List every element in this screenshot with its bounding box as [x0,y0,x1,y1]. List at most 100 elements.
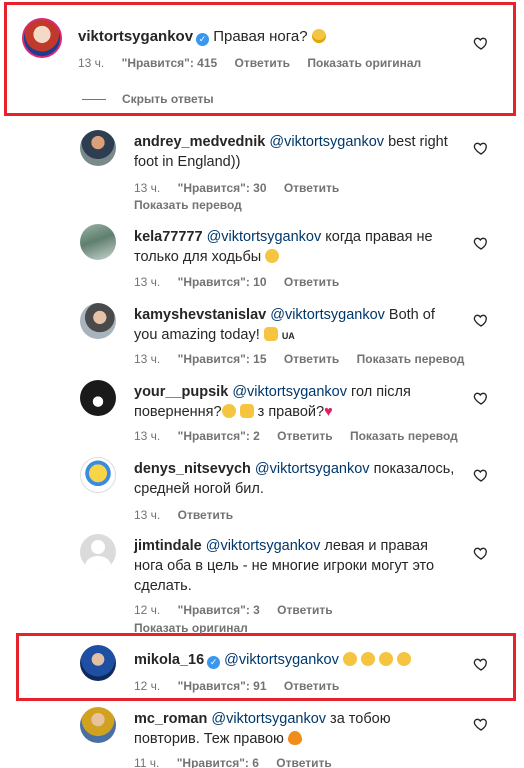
comment-username[interactable]: andrey_medvednik [134,134,265,150]
comment-time: 13 ч. [134,429,161,443]
comment-text: Правая нога? [213,28,308,45]
avatar[interactable] [80,645,116,681]
mention-link[interactable]: @viktortsygankov [269,134,384,150]
reply-button[interactable]: Ответить [284,181,339,195]
victory-hand-emoji-icon [239,404,254,418]
comment-time: 12 ч. [134,679,161,693]
comment-text: только для ходьбы [134,249,262,265]
comment-time: 12 ч. [134,603,161,617]
default-avatar-body [85,556,111,570]
comment-likes[interactable]: "Нравится": 15 [178,352,267,366]
avatar[interactable] [80,380,116,416]
comment-text: best right [384,134,448,150]
avatar[interactable] [80,224,116,260]
avatar[interactable] [22,18,62,58]
hide-replies-label: Скрыть ответы [122,92,214,106]
laughing-emoji-icon [360,652,375,666]
reply-button[interactable]: Ответить [235,56,290,70]
comment-username[interactable]: your__pupsik [134,384,228,400]
like-heart-icon[interactable] [473,656,489,672]
comment-username[interactable]: jimtindale [134,538,202,554]
comment-time: 13 ч. [134,352,161,366]
reply-button[interactable]: Ответить [277,603,332,617]
comment-time: 13 ч. [134,181,161,195]
comment-text: з правой? [253,404,325,420]
show-original-button[interactable]: Показать оригинал [134,621,248,635]
comment-text: нога оба в цель - не многие игроки могут… [134,558,435,574]
comment-text: you amazing today! [134,327,260,343]
verified-badge-icon: ✓ [196,33,210,46]
like-heart-icon[interactable] [473,545,489,561]
fire-emoji-icon [287,731,302,745]
hide-replies-button[interactable]: Скрыть ответы [82,92,214,106]
comment-likes[interactable]: "Нравится": 2 [178,429,260,443]
comment-username[interactable]: kamyshevstanislav [134,307,266,323]
comment-username[interactable]: kela77777 [134,229,203,245]
default-avatar-head [91,540,105,554]
laughing-emoji-icon [378,652,393,666]
avatar[interactable] [80,303,116,339]
comment-likes[interactable]: "Нравится": 415 [122,56,218,70]
like-heart-icon[interactable] [473,467,489,483]
mention-link[interactable]: @viktortsygankov [255,461,370,477]
like-heart-icon[interactable] [473,35,489,51]
comment-time: 11 ч. [134,756,160,768]
comment-likes[interactable]: "Нравится": 30 [178,181,267,195]
comment-time: 13 ч. [134,508,161,522]
show-translation-button[interactable]: Показать перевод [357,352,465,366]
show-translation-button[interactable]: Показать перевод [134,198,242,212]
comment-text: повернення? [134,404,222,420]
ukraine-flag-icon: UA [281,331,295,341]
comment-time: 13 ч. [134,275,161,289]
comment-username[interactable]: mc_roman [134,711,207,727]
comment-likes[interactable]: "Нравится": 91 [178,679,267,693]
avatar[interactable] [80,707,116,743]
reply-button[interactable]: Ответить [284,352,339,366]
avatar[interactable] [80,457,116,493]
reply-button[interactable]: Ответить [284,275,339,289]
avatar[interactable] [80,534,116,570]
laughing-emoji-icon [265,249,280,263]
verified-badge-icon: ✓ [207,656,221,669]
comment-text: средней ногой бил. [134,481,264,497]
laughing-emoji-icon [221,404,236,418]
like-heart-icon[interactable] [473,312,489,328]
reply-button[interactable]: Ответить [284,679,339,693]
comment-text: Both of [384,307,435,323]
like-heart-icon[interactable] [473,235,489,251]
comment-text: сделать. [134,578,192,594]
reply-button[interactable]: Ответить [276,756,331,768]
show-original-button[interactable]: Показать оригинал [307,56,421,70]
mention-link[interactable]: @viktortsygankov [211,711,326,727]
comment-text: foot in England)) [134,154,241,170]
reply-button[interactable]: Ответить [277,429,332,443]
comment-time: 13 ч. [78,56,105,70]
reply-button[interactable]: Ответить [178,508,233,522]
mention-link[interactable]: @viktortsygankov [207,229,322,245]
like-heart-icon[interactable] [473,716,489,732]
avatar[interactable] [80,130,116,166]
mention-link[interactable]: @viktortsygankov [270,307,385,323]
like-heart-icon[interactable] [473,390,489,406]
comment-likes[interactable]: "Нравится": 10 [178,275,267,289]
comment-text: повторив. Теж правою [134,731,284,747]
comment-username[interactable]: denys_nitsevych [134,461,251,477]
comment-text: когда правая не [321,229,433,245]
flexed-biceps-emoji-icon [263,327,278,341]
comment-likes[interactable]: "Нравится": 3 [178,603,260,617]
like-heart-icon[interactable] [473,140,489,156]
divider-line [82,98,106,100]
exploding-head-emoji-icon [311,29,326,43]
laughing-emoji-icon [342,652,357,666]
mention-link[interactable]: @viktortsygankov [224,652,339,668]
mention-link[interactable]: @viktortsygankov [232,384,347,400]
show-translation-button[interactable]: Показать перевод [350,429,458,443]
comment-username[interactable]: viktortsygankov [78,28,193,45]
comment-username[interactable]: mikola_16 [134,652,204,668]
mention-link[interactable]: @viktortsygankov [206,538,321,554]
comment-text: левая и правая [320,538,428,554]
red-heart-emoji-icon: ♥ [324,404,333,420]
comment-text: показалось, [369,461,455,477]
comment-likes[interactable]: "Нравится": 6 [177,756,259,768]
comment-text: гол після [346,384,411,400]
